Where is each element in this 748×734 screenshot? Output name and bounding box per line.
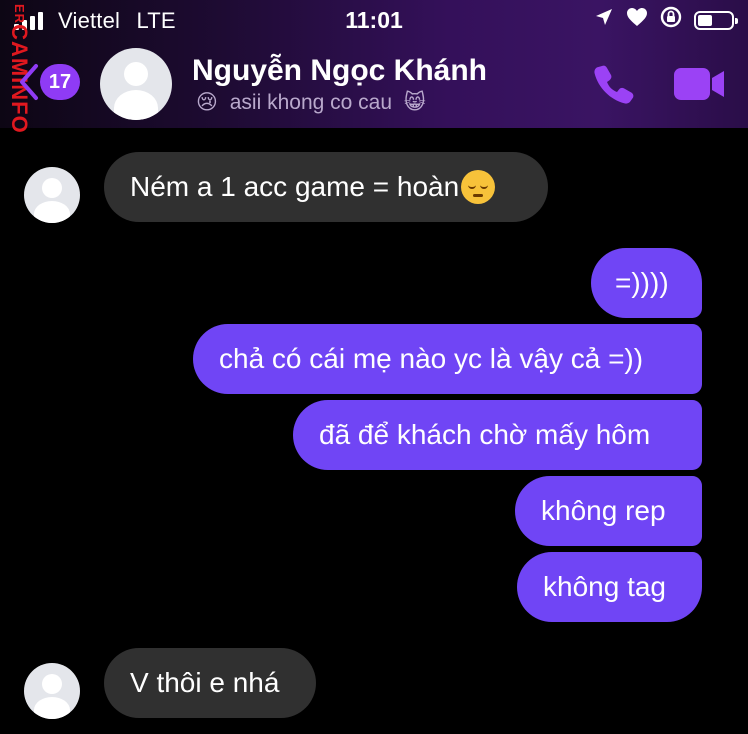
- message-text: V thôi e nhá: [130, 667, 280, 698]
- message-bubble-outgoing[interactable]: không tag: [517, 552, 702, 622]
- sender-avatar[interactable]: [24, 663, 80, 719]
- message-bubble-outgoing[interactable]: đã để khách chờ mấy hôm: [293, 400, 702, 470]
- status-icons: [594, 6, 738, 34]
- phone-icon[interactable]: [592, 62, 636, 111]
- chevron-left-icon[interactable]: [18, 62, 40, 107]
- battery-level: [698, 14, 712, 26]
- pensive-face-emoji: [461, 170, 496, 204]
- status-emoji-crying: 😢: [196, 91, 218, 114]
- message-bubble-incoming[interactable]: Ném a 1 acc game = hoàn: [104, 152, 548, 222]
- rotation-lock-icon: [660, 6, 682, 34]
- heart-icon: [626, 7, 648, 33]
- message-bubble-outgoing[interactable]: chả có cái mẹ nào yc là vậy cả =)): [193, 324, 702, 394]
- message-text: đã để khách chờ mấy hôm: [319, 419, 651, 450]
- messenger-chat-screen: Viettel LTE 11:01 ERCAMINFO 17 Nguyễn Ng…: [0, 0, 748, 734]
- message-text: không tag: [543, 571, 666, 602]
- unread-count-badge[interactable]: 17: [40, 64, 80, 100]
- message-bubble-outgoing[interactable]: =)))): [591, 248, 702, 318]
- message-text: chả có cái mẹ nào yc là vậy cả =)): [219, 343, 644, 374]
- video-camera-icon[interactable]: [672, 66, 726, 107]
- message-text: Ném a 1 acc game = hoàn: [130, 171, 460, 202]
- status-bar: Viettel LTE 11:01: [0, 0, 748, 40]
- status-emoji-cat: 😸: [403, 91, 426, 114]
- message-text: =)))): [615, 267, 669, 298]
- watermark-small: ER: [12, 4, 27, 25]
- sender-avatar[interactable]: [24, 167, 80, 223]
- message-text: không rep: [541, 495, 666, 526]
- message-bubble-incoming[interactable]: V thôi e nhá: [104, 648, 316, 718]
- contact-name[interactable]: Nguyễn Ngọc Khánh: [192, 54, 487, 88]
- location-arrow-icon: [594, 7, 614, 33]
- message-bubble-outgoing[interactable]: không rep: [515, 476, 702, 546]
- contact-status: 😢 asii khong co cau 😸: [196, 90, 426, 115]
- status-text: asii khong co cau: [229, 91, 393, 114]
- battery-icon: [694, 10, 738, 30]
- contact-avatar[interactable]: [100, 48, 172, 120]
